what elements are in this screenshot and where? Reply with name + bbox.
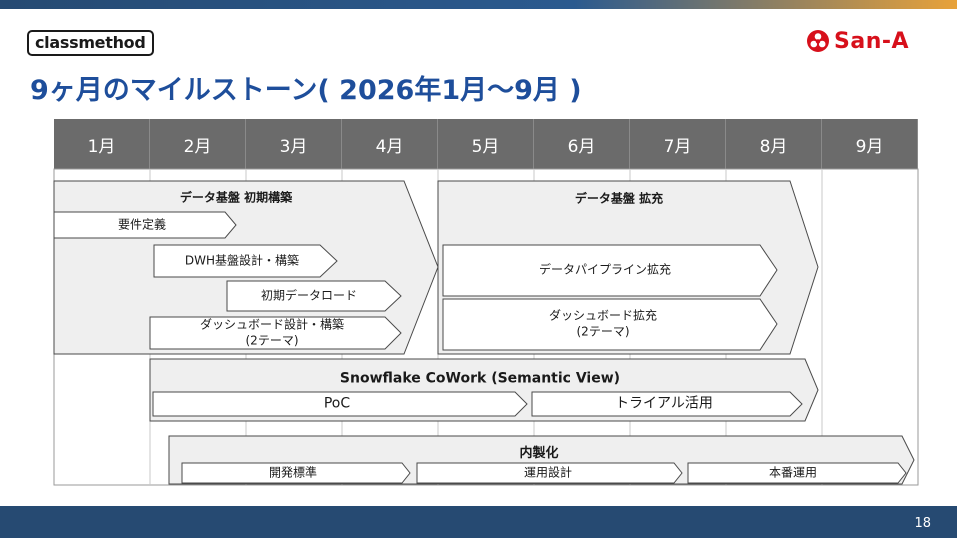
phase-inhouse-title: 内製化	[519, 445, 559, 461]
task-dashboard-expansion-label-line2: (2テーマ)	[576, 324, 630, 339]
task-dashboard-expansion-label-line1: ダッシュボード拡充	[548, 308, 658, 323]
task-poc-label: PoC	[323, 395, 351, 412]
phase-initial-title: データ基盤 初期構築	[179, 190, 293, 205]
task-dev-standard-label: 開発標準	[268, 465, 318, 480]
task-dashboard-label-line2: (2テーマ)	[245, 333, 299, 348]
timeline-diagram	[53, 168, 919, 486]
phase-expansion-title: データ基盤 拡充	[574, 191, 664, 206]
task-dashboard-label-line1: ダッシュボード設計・構築	[199, 317, 345, 332]
task-initial-load-label: 初期データロード	[260, 288, 358, 303]
task-pipeline-label: データパイプライン拡充	[538, 262, 672, 277]
task-ops-design-label: 運用設計	[523, 465, 573, 480]
task-requirements-label: 要件定義	[117, 217, 167, 232]
task-production-label: 本番運用	[768, 465, 818, 480]
task-dwh-label: DWH基盤設計・構築	[184, 253, 300, 268]
phase-snowflake-title: Snowflake CoWork (Semantic View)	[339, 370, 621, 387]
task-trial-label: トライアル活用	[615, 395, 713, 412]
